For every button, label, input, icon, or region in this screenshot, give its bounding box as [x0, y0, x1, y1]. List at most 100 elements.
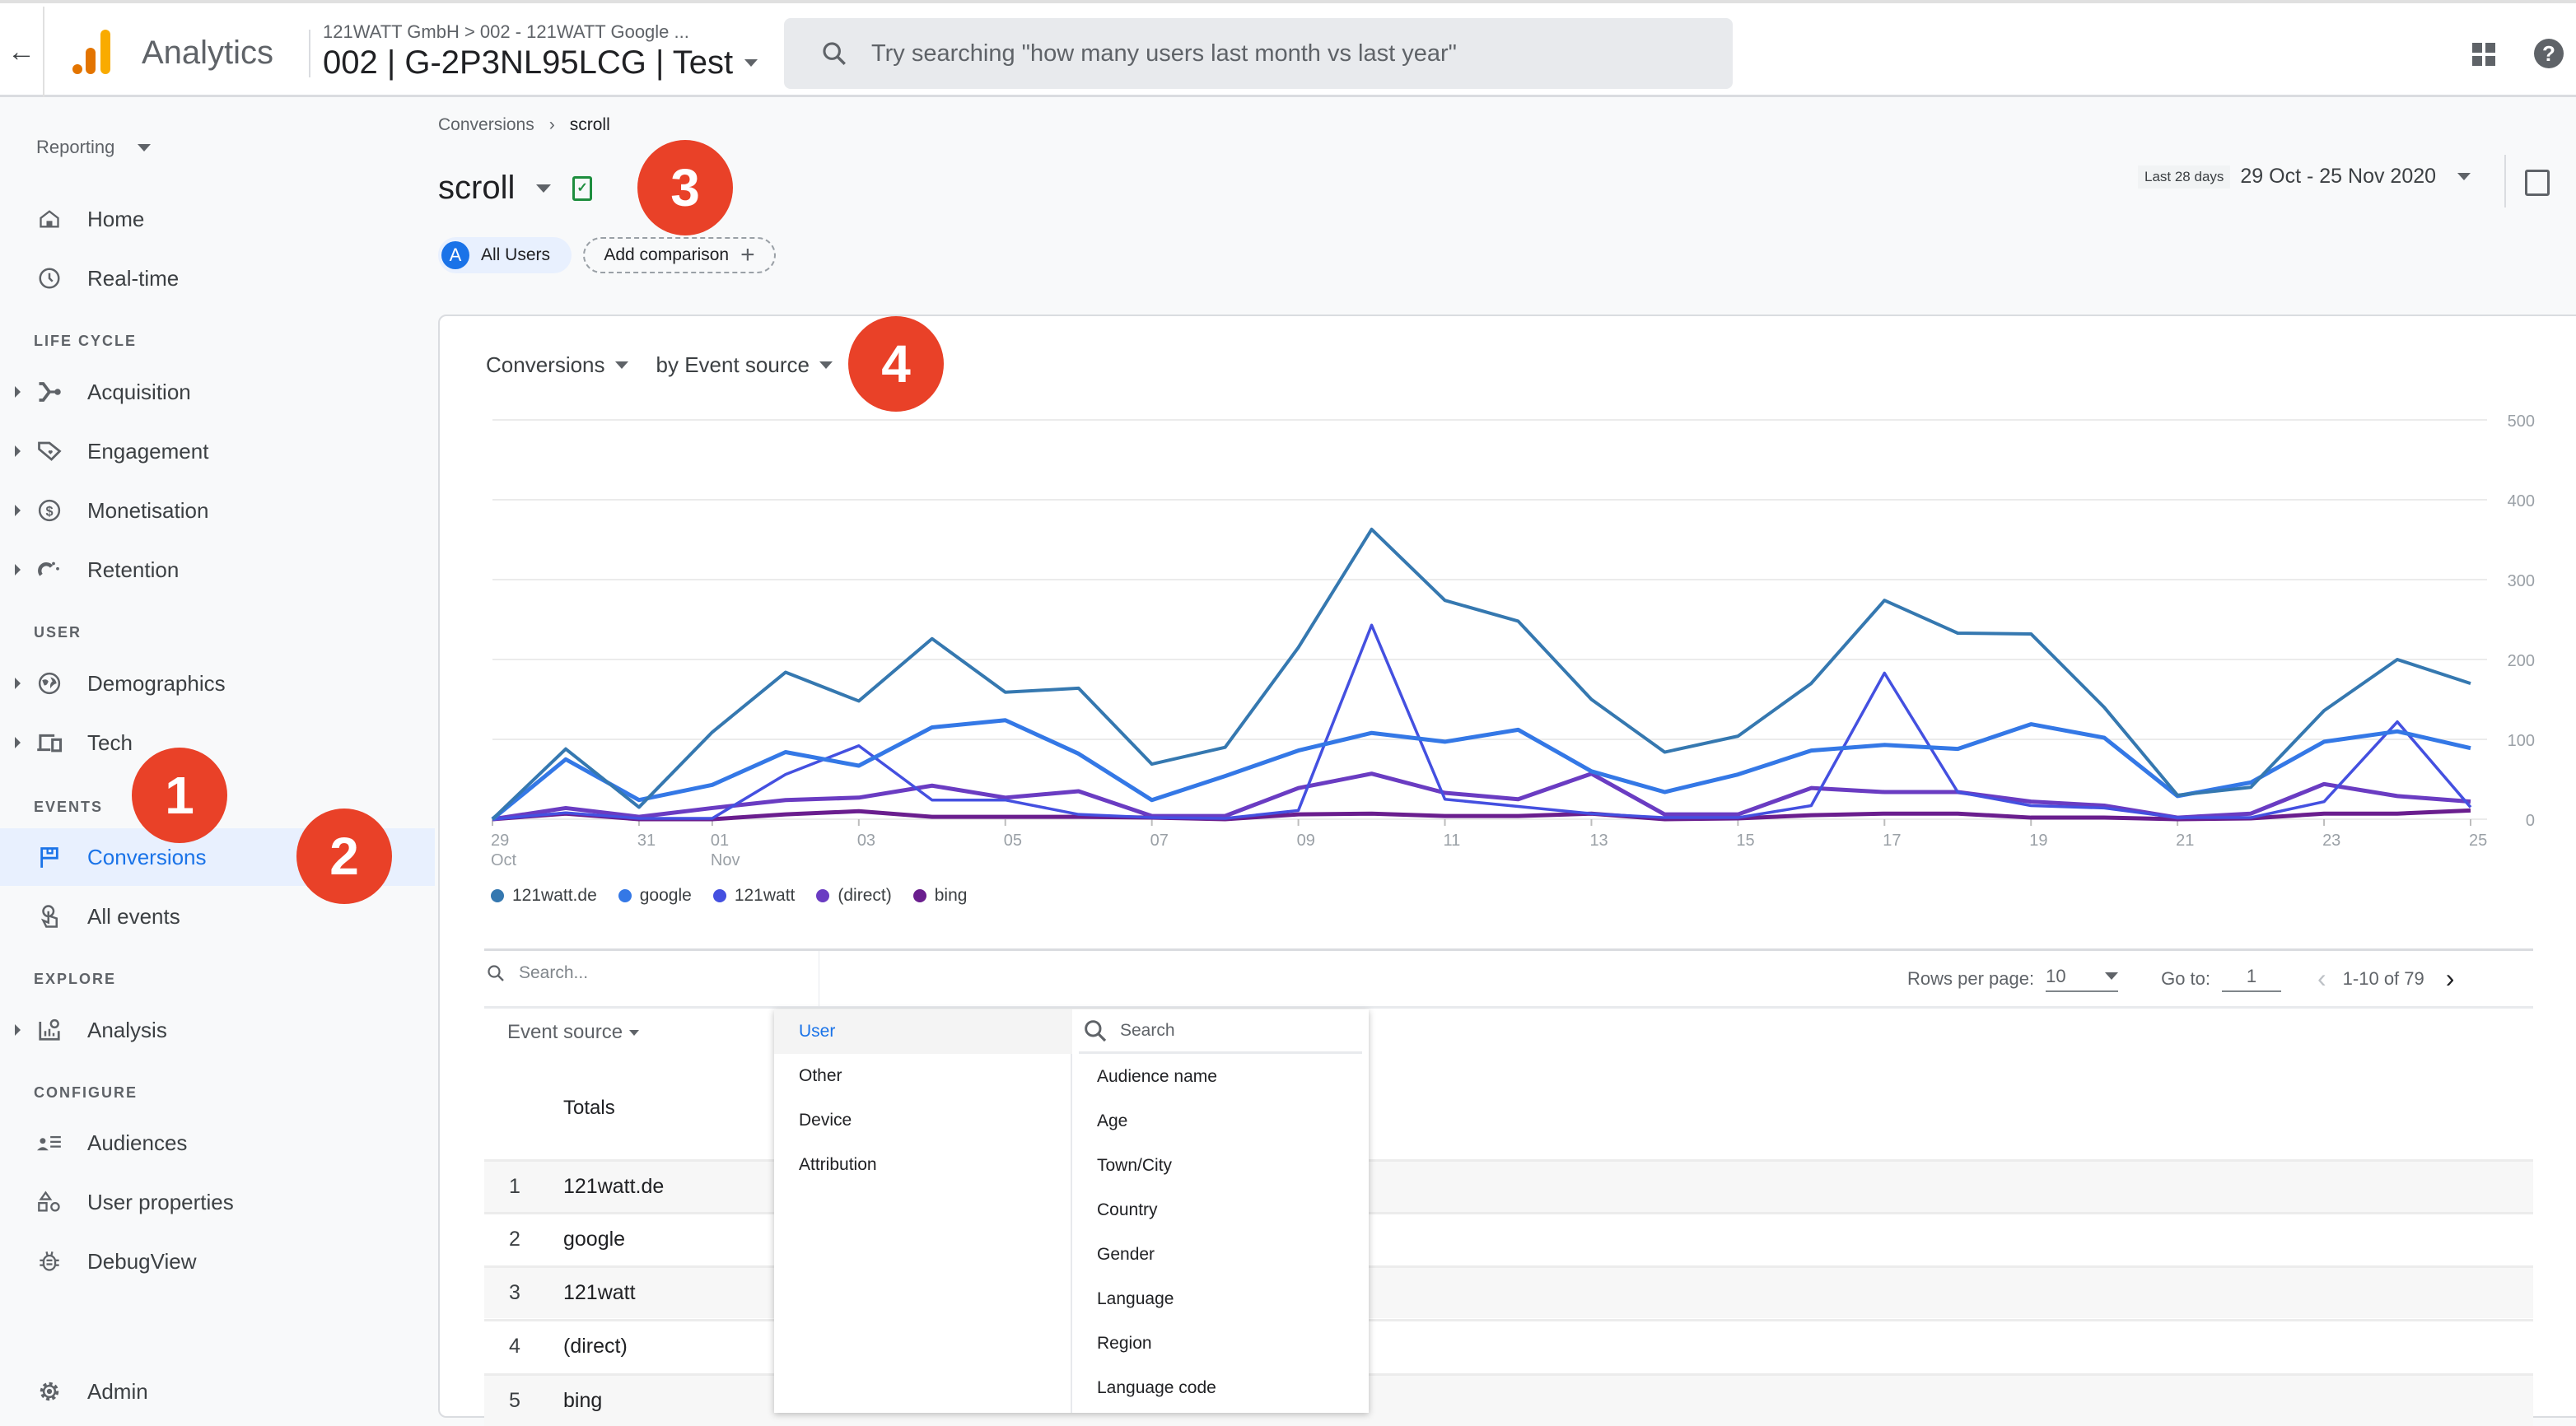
home-icon — [36, 206, 63, 232]
option-region[interactable]: Region — [1097, 1334, 1152, 1354]
date-range-picker[interactable]: Last 28 days 29 Oct - 25 Nov 2020 — [2138, 165, 2471, 189]
expand-icon[interactable] — [15, 505, 21, 516]
caret-down-icon[interactable] — [614, 361, 628, 369]
search-icon — [488, 965, 504, 981]
reporting-selector[interactable]: Reporting — [36, 137, 152, 158]
expand-icon[interactable] — [15, 445, 21, 457]
legend-item[interactable]: 121watt.de — [491, 886, 597, 906]
sidebar-item-acquisition[interactable]: Acquisition — [0, 363, 435, 421]
y-tick-label: 500 — [2508, 412, 2535, 431]
customize-report-icon[interactable] — [2525, 170, 2550, 196]
row-name: 121watt.de — [563, 1175, 665, 1198]
sidebar-item-admin[interactable]: Admin — [0, 1363, 435, 1420]
legend-dot-icon — [712, 889, 726, 902]
series-line-google — [491, 718, 2471, 821]
option-audience-name[interactable]: Audience name — [1097, 1067, 1217, 1087]
chevron-right-icon: › — [548, 115, 555, 134]
caret-down-icon[interactable] — [819, 361, 833, 369]
row-rank: 1 — [509, 1175, 520, 1198]
dimension-search-input[interactable]: Search — [1079, 1009, 1362, 1054]
option-language-code[interactable]: Language code — [1097, 1378, 1216, 1398]
breadcrumb-parent[interactable]: Conversions — [438, 115, 534, 135]
add-comparison-button[interactable]: Add comparison + — [583, 237, 776, 273]
magnet-icon — [36, 557, 63, 583]
back-button[interactable]: ← — [0, 7, 44, 97]
property-selector[interactable]: 002 | G-2P3NL95LCG | Test — [323, 44, 758, 82]
category-user[interactable]: User — [774, 1009, 1072, 1054]
page-title-selector[interactable]: scroll — [438, 170, 593, 207]
page-title: scroll — [438, 170, 516, 206]
legend-item[interactable]: 121watt — [712, 886, 796, 906]
totals-label: Totals — [563, 1097, 615, 1119]
expand-icon[interactable] — [15, 737, 21, 748]
legend-label: 121watt — [734, 886, 796, 905]
dimension-header-label: Event source — [507, 1021, 623, 1043]
chevron-right-icon[interactable]: › — [2446, 963, 2455, 994]
legend-label: google — [639, 886, 692, 905]
category-other[interactable]: Other — [774, 1054, 1072, 1098]
option-gender[interactable]: Gender — [1097, 1245, 1155, 1265]
y-tick-label: 100 — [2508, 732, 2535, 750]
search-placeholder: Try searching "how many users last month… — [871, 40, 1457, 67]
section-events: EVENTS — [34, 799, 104, 815]
sidebar-item-home[interactable]: Home — [0, 190, 435, 248]
section-explore: EXPLORE — [34, 971, 117, 987]
sidebar: Reporting Home Real-time LIFE CYCLE Acqu… — [0, 97, 435, 1411]
sidebar-item-demographics[interactable]: Demographics — [0, 655, 435, 712]
table-search-input[interactable]: Search... — [486, 963, 588, 983]
category-attribution[interactable]: Attribution — [774, 1143, 1072, 1187]
chevron-left-icon[interactable]: ‹ — [2317, 963, 2326, 994]
segment-chip-all-users[interactable]: A All Users — [438, 237, 572, 273]
plus-icon: + — [740, 241, 755, 268]
x-tick-label: 31 — [637, 832, 656, 850]
legend-item[interactable]: google — [618, 886, 692, 906]
category-device[interactable]: Device — [774, 1098, 1072, 1143]
option-country[interactable]: Country — [1097, 1200, 1158, 1220]
account-path[interactable]: 121WATT GmbH > 002 - 121WATT Google ... — [323, 21, 689, 43]
rows-per-page-select[interactable]: 10 — [2046, 965, 2119, 992]
legend-item[interactable]: (direct) — [816, 886, 892, 906]
rows-per-page-value: 10 — [2046, 965, 2066, 986]
series-line-121wattde — [491, 527, 2471, 821]
apps-grid-icon[interactable] — [2472, 43, 2495, 66]
help-icon[interactable]: ? — [2534, 39, 2564, 68]
dimension-column-header[interactable]: Event source — [507, 1021, 640, 1044]
devices-icon — [36, 729, 63, 756]
sidebar-item-user-properties[interactable]: User properties — [0, 1173, 435, 1231]
goto-page-input[interactable]: 1 — [2222, 966, 2282, 992]
option-town-city[interactable]: Town/City — [1097, 1156, 1172, 1176]
sidebar-item-realtime[interactable]: Real-time — [0, 249, 435, 307]
expand-icon[interactable] — [15, 1024, 21, 1036]
dimension-selector[interactable]: by Event source — [656, 352, 810, 378]
bug-icon — [36, 1248, 63, 1275]
search-icon — [823, 42, 846, 65]
x-tick-label: 09 — [1297, 832, 1315, 850]
clock-icon — [36, 265, 63, 291]
analytics-logo-icon — [72, 30, 110, 74]
sidebar-item-tech[interactable]: Tech — [0, 714, 435, 771]
legend-item[interactable]: bing — [912, 886, 967, 906]
app-name: Analytics — [142, 35, 274, 71]
annotation-badge-3: 3 — [637, 140, 733, 235]
sidebar-item-retention[interactable]: Retention — [0, 541, 435, 599]
option-age[interactable]: Age — [1097, 1111, 1127, 1131]
section-life-cycle: LIFE CYCLE — [34, 333, 138, 349]
expand-icon[interactable] — [15, 386, 21, 398]
metric-selector[interactable]: Conversions — [486, 352, 605, 378]
sidebar-item-monetisation[interactable]: $ Monetisation — [0, 482, 435, 539]
sidebar-item-engagement[interactable]: Engagement — [0, 422, 435, 480]
legend-dot-icon — [618, 889, 632, 902]
option-language[interactable]: Language — [1097, 1289, 1174, 1309]
row-name: bing — [563, 1389, 603, 1412]
sidebar-item-debugview[interactable]: DebugView — [0, 1233, 435, 1290]
gear-icon — [36, 1378, 63, 1405]
expand-icon[interactable] — [15, 678, 21, 689]
expand-icon[interactable] — [15, 564, 21, 576]
legend-label: (direct) — [838, 886, 892, 905]
chart-controls: Conversions by Event source — [486, 352, 833, 378]
global-search-input[interactable]: Try searching "how many users last month… — [784, 18, 1733, 89]
divider — [484, 948, 2533, 951]
sidebar-item-audiences[interactable]: Audiences — [0, 1114, 435, 1172]
x-tick-label: 23 — [2322, 832, 2340, 850]
sidebar-item-analysis[interactable]: Analysis — [0, 1001, 435, 1059]
